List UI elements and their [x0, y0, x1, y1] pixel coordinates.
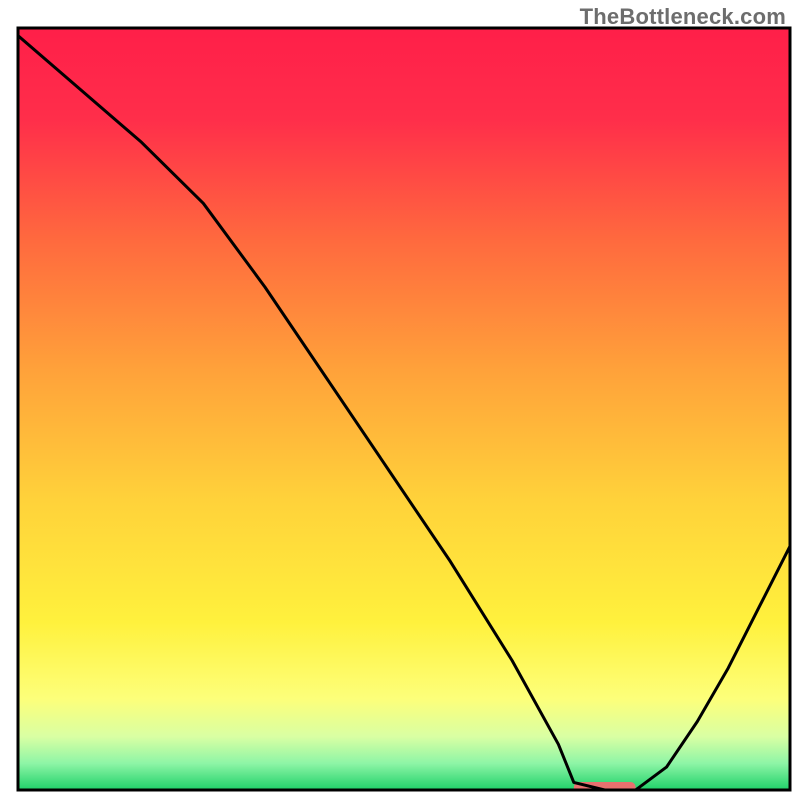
bottleneck-chart — [0, 0, 800, 800]
gradient-background — [18, 28, 790, 790]
chart-stage: TheBottleneck.com — [0, 0, 800, 800]
